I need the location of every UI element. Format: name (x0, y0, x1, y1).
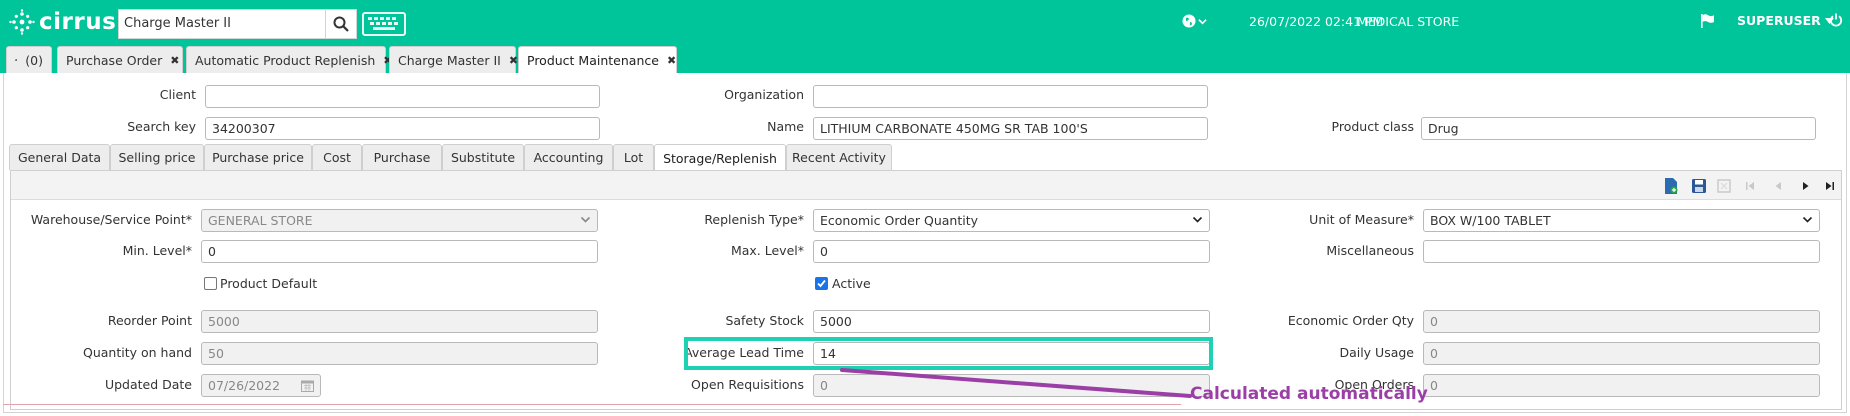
annotation-text: Calculated automatically (1190, 384, 1428, 404)
annotation-arrow-line (840, 368, 1192, 398)
